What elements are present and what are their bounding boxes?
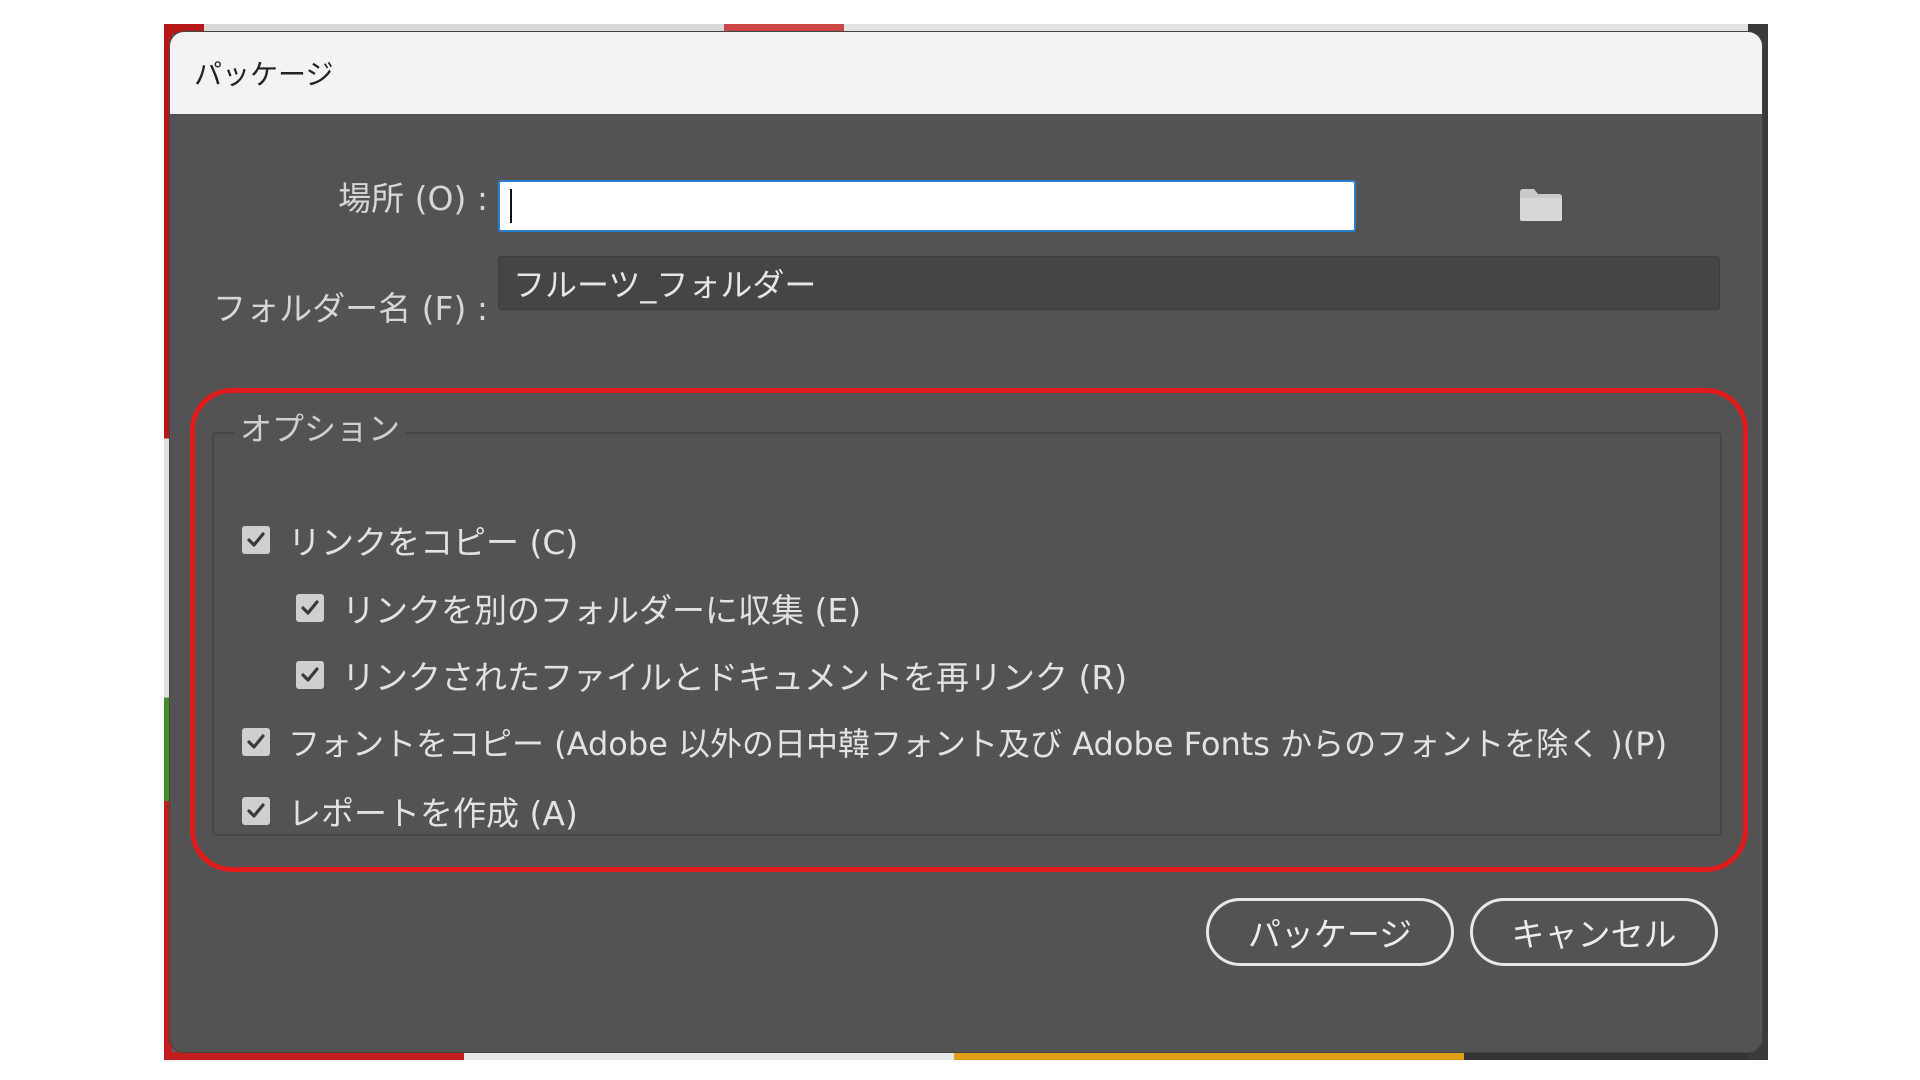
folder-name-label: フォルダー名 (F) : [213, 289, 488, 328]
location-input[interactable] [498, 180, 1356, 232]
dialog-title: パッケージ [194, 58, 334, 91]
package-dialog: パッケージ 場所 (O) : フォルダー名 (F) : フルーツ_フォルダー オ… [170, 32, 1762, 1052]
options-legend: オプション [234, 404, 407, 450]
checkmark-icon [247, 532, 265, 547]
checkmark-icon [247, 803, 265, 818]
option-create-report[interactable]: レポートを作成 (A) [242, 787, 578, 835]
option-copy-fonts[interactable]: フォントをコピー (Adobe 以外の日中韓フォント及び Adobe Fonts… [242, 719, 1667, 765]
checkbox-copy-fonts[interactable] [242, 728, 270, 756]
checkbox-copy-links[interactable] [242, 526, 270, 554]
checkbox-create-report[interactable] [242, 797, 270, 825]
option-label: リンクを別のフォルダーに収集 (E) [342, 591, 862, 630]
folder-icon[interactable] [1518, 186, 1564, 222]
checkmark-icon [301, 667, 319, 682]
option-relink[interactable]: リンクされたファイルとドキュメントを再リンク (R) [296, 651, 1127, 699]
checkbox-relink[interactable] [296, 661, 324, 689]
option-label: リンクをコピー (C) [288, 523, 579, 562]
folder-name-row: フォルダー名 (F) : フルーツ_フォルダー [170, 256, 1720, 330]
text-caret [510, 189, 512, 223]
background-artwork-bottom [164, 1052, 1768, 1060]
options-group: オプション [212, 404, 1722, 836]
package-button[interactable]: パッケージ [1206, 898, 1454, 966]
folder-name-field[interactable]: フルーツ_フォルダー [498, 256, 1720, 310]
checkmark-icon [247, 734, 265, 749]
cancel-button[interactable]: キャンセル [1470, 898, 1718, 966]
option-collect-links[interactable]: リンクを別のフォルダーに収集 (E) [296, 584, 861, 632]
option-copy-links[interactable]: リンクをコピー (C) [242, 516, 578, 564]
checkmark-icon [301, 600, 319, 615]
checkbox-collect-links[interactable] [296, 594, 324, 622]
option-label: レポートを作成 (A) [288, 794, 578, 833]
dialog-titlebar: パッケージ [170, 32, 1762, 114]
option-label: リンクされたファイルとドキュメントを再リンク (R) [342, 658, 1128, 697]
option-label: フォントをコピー (Adobe 以外の日中韓フォント及び Adobe Fonts… [288, 725, 1668, 763]
